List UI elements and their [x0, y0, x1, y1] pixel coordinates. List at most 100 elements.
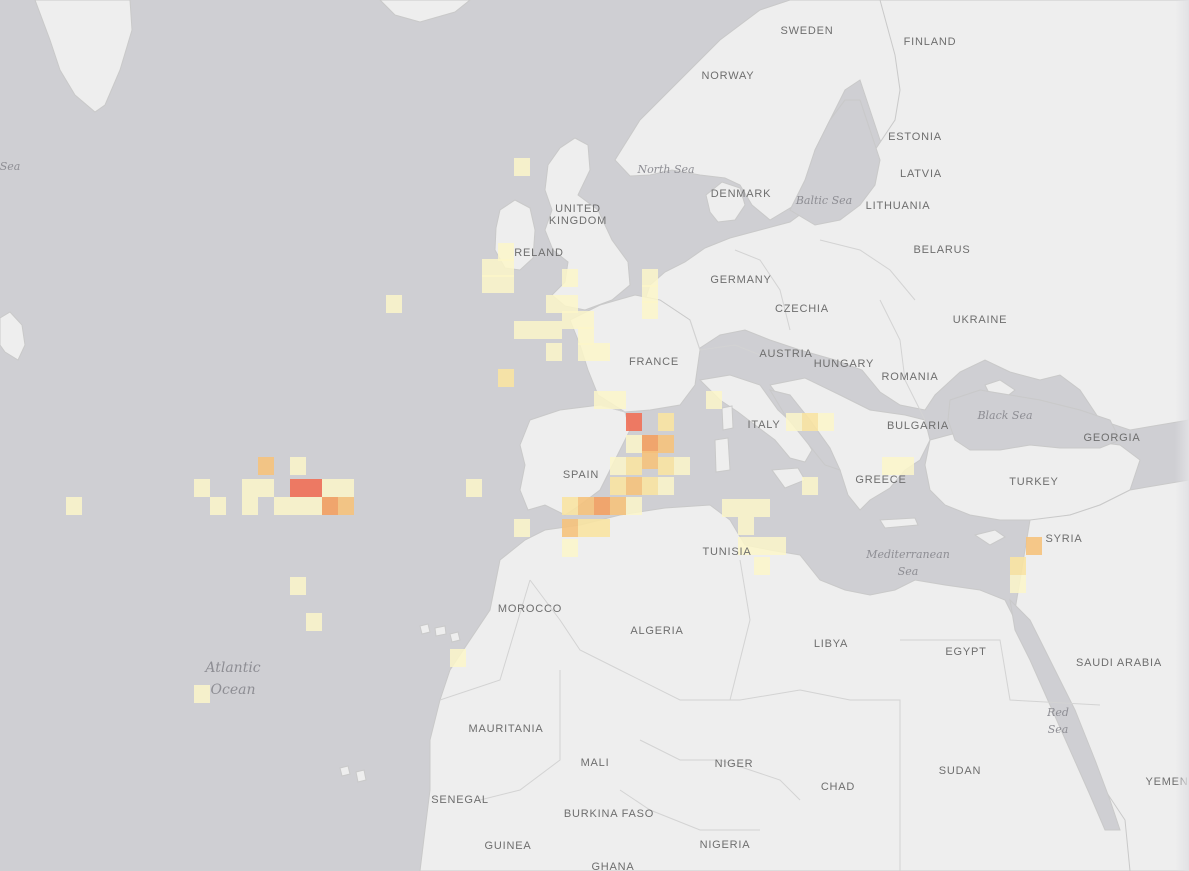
- country-label: SUDAN: [939, 765, 982, 777]
- heat-cell[interactable]: [546, 321, 562, 339]
- heat-cell[interactable]: [514, 519, 530, 537]
- heat-cell[interactable]: [578, 343, 594, 361]
- heat-cell[interactable]: [610, 391, 626, 409]
- heat-cell[interactable]: [578, 311, 594, 329]
- heat-cell[interactable]: [594, 519, 610, 537]
- heat-cell[interactable]: [466, 479, 482, 497]
- heat-cell[interactable]: [562, 539, 578, 557]
- heat-cell[interactable]: [482, 259, 498, 277]
- heat-cell[interactable]: [738, 499, 754, 517]
- heat-cell[interactable]: [562, 295, 578, 313]
- heat-cell[interactable]: [754, 499, 770, 517]
- heat-cell[interactable]: [450, 649, 466, 667]
- heat-cell[interactable]: [1010, 557, 1026, 575]
- heat-cell[interactable]: [242, 479, 258, 497]
- heat-cell[interactable]: [338, 479, 354, 497]
- heat-cell[interactable]: [578, 327, 594, 345]
- heat-cell[interactable]: [626, 497, 642, 515]
- country-label: ROMANIA: [882, 371, 939, 383]
- heat-cell[interactable]: [498, 369, 514, 387]
- sea-label: Sea: [0, 160, 20, 173]
- heat-cell[interactable]: [338, 497, 354, 515]
- heat-cell[interactable]: [802, 477, 818, 495]
- heat-cell[interactable]: [642, 435, 658, 453]
- heat-cell[interactable]: [642, 269, 658, 287]
- heat-cell[interactable]: [882, 457, 898, 475]
- heat-cell[interactable]: [322, 497, 338, 515]
- heat-cell[interactable]: [530, 321, 546, 339]
- heat-cell[interactable]: [562, 311, 578, 329]
- heat-cell[interactable]: [562, 519, 578, 537]
- heat-cell[interactable]: [498, 243, 514, 261]
- heat-cell[interactable]: [1010, 575, 1026, 593]
- heat-cell[interactable]: [594, 497, 610, 515]
- heat-cell[interactable]: [258, 457, 274, 475]
- heat-cell[interactable]: [642, 477, 658, 495]
- heat-cell[interactable]: [290, 577, 306, 595]
- heat-cell[interactable]: [898, 457, 914, 475]
- country-label: SYRIA: [1045, 533, 1082, 545]
- heat-cell[interactable]: [818, 413, 834, 431]
- heat-cell[interactable]: [578, 519, 594, 537]
- heat-cell[interactable]: [322, 479, 338, 497]
- heat-cell[interactable]: [562, 497, 578, 515]
- heat-cell[interactable]: [770, 537, 786, 555]
- heat-cell[interactable]: [546, 295, 562, 313]
- heat-cell[interactable]: [242, 497, 258, 515]
- basemap[interactable]: SWEDEN FINLAND NORWAY ESTONIA LATVIA DENMARK L…: [0, 0, 1189, 871]
- heat-cell[interactable]: [674, 457, 690, 475]
- heat-cell[interactable]: [642, 451, 658, 469]
- heat-cell[interactable]: [594, 343, 610, 361]
- heat-cell[interactable]: [258, 479, 274, 497]
- heat-cell[interactable]: [626, 477, 642, 495]
- country-label: GHANA: [591, 861, 634, 871]
- heat-cell[interactable]: [306, 479, 322, 497]
- heat-cell[interactable]: [658, 457, 674, 475]
- heat-cell[interactable]: [610, 497, 626, 515]
- heat-cell[interactable]: [626, 413, 642, 431]
- heat-cell[interactable]: [274, 497, 290, 515]
- heat-cell[interactable]: [194, 685, 210, 703]
- heat-cell[interactable]: [562, 269, 578, 287]
- heat-cell[interactable]: [210, 497, 226, 515]
- heat-cell[interactable]: [642, 285, 658, 303]
- heat-cell[interactable]: [194, 479, 210, 497]
- heat-cell[interactable]: [498, 275, 514, 293]
- heat-cell[interactable]: [514, 158, 530, 176]
- panel-edge-shadow: [1175, 0, 1189, 871]
- heat-cell[interactable]: [626, 435, 642, 453]
- heat-cell[interactable]: [290, 457, 306, 475]
- sea-label: Red: [1046, 706, 1069, 719]
- heat-cell[interactable]: [658, 477, 674, 495]
- heat-cell[interactable]: [754, 557, 770, 575]
- heat-cell[interactable]: [546, 343, 562, 361]
- heat-cell[interactable]: [802, 413, 818, 431]
- map-view[interactable]: SWEDEN FINLAND NORWAY ESTONIA LATVIA DENMARK L…: [0, 0, 1189, 871]
- heat-cell[interactable]: [754, 537, 770, 555]
- heat-cell[interactable]: [738, 517, 754, 535]
- heat-cell[interactable]: [610, 477, 626, 495]
- heat-cell[interactable]: [66, 497, 82, 515]
- heat-cell[interactable]: [706, 391, 722, 409]
- heat-cell[interactable]: [290, 479, 306, 497]
- heat-cell[interactable]: [610, 457, 626, 475]
- heat-cell[interactable]: [498, 259, 514, 277]
- heat-cell[interactable]: [626, 457, 642, 475]
- heat-cell[interactable]: [578, 497, 594, 515]
- heat-cell[interactable]: [290, 497, 306, 515]
- country-label: LITHUANIA: [866, 200, 931, 212]
- heat-cell[interactable]: [786, 413, 802, 431]
- heat-cell[interactable]: [658, 413, 674, 431]
- heat-cell[interactable]: [642, 301, 658, 319]
- heat-cell[interactable]: [722, 499, 738, 517]
- heat-cell[interactable]: [514, 321, 530, 339]
- heat-cell[interactable]: [306, 497, 322, 515]
- heat-cell[interactable]: [1026, 537, 1042, 555]
- heat-cell[interactable]: [482, 275, 498, 293]
- heat-cell[interactable]: [594, 391, 610, 409]
- heat-cell[interactable]: [306, 613, 322, 631]
- heat-cell[interactable]: [386, 295, 402, 313]
- heat-cell[interactable]: [658, 435, 674, 453]
- sea-label: Black Sea: [976, 409, 1032, 422]
- country-label: GEORGIA: [1084, 432, 1141, 444]
